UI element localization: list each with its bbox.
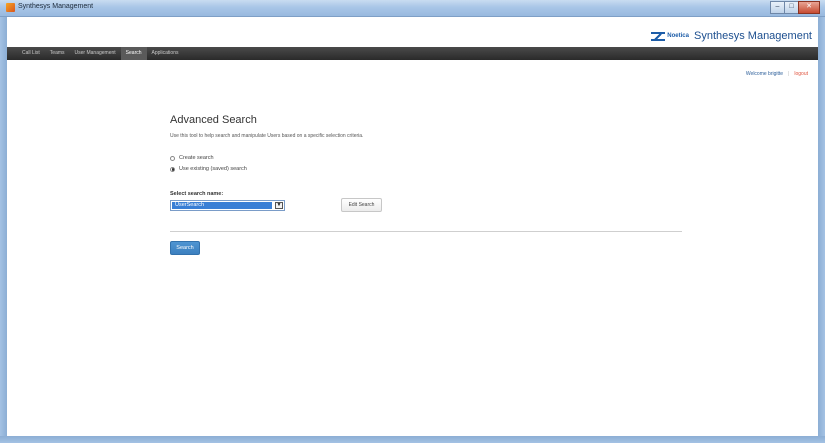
brand-logo: Noetica Synthesys Management — [651, 30, 812, 42]
nav-item-search[interactable]: Search — [120, 47, 147, 60]
nav-item-user-management[interactable]: User Management — [70, 47, 121, 60]
window-frame-bottom — [0, 436, 825, 443]
create-search-radio[interactable] — [170, 155, 175, 161]
page-description: Use this tool to help search and manipul… — [170, 133, 364, 139]
page-title: Advanced Search — [170, 114, 257, 126]
use-existing-search-option[interactable]: Use existing (saved) search — [170, 166, 247, 172]
logout-link[interactable]: logout — [794, 71, 808, 77]
edit-search-button[interactable]: Edit Search — [341, 198, 382, 212]
use-existing-search-radio[interactable] — [170, 166, 175, 172]
app-header: Noetica Synthesys Management — [7, 17, 818, 47]
nav-item-applications[interactable]: Applications — [147, 47, 184, 60]
app-client-area: Noetica Synthesys Management Call List T… — [7, 17, 818, 436]
create-search-option[interactable]: Create search — [170, 155, 214, 161]
chevron-down-icon[interactable]: ▼ — [275, 202, 283, 209]
nav-item-call-list[interactable]: Call List — [17, 47, 45, 60]
nav-item-teams[interactable]: Teams — [45, 47, 70, 60]
search-button[interactable]: Search — [170, 241, 200, 255]
brand-product: Synthesys Management — [693, 30, 812, 42]
maximize-button[interactable]: □ — [784, 1, 799, 14]
window-titlebar: Synthesys Management – □ ✕ — [0, 0, 825, 17]
advanced-search-panel: Advanced Search Use this tool to help se… — [170, 114, 690, 255]
user-bar: Welcome brigitte | logout — [746, 71, 808, 77]
create-search-label: Create search — [179, 155, 214, 161]
window-controls: – □ ✕ — [770, 1, 820, 14]
use-existing-search-label: Use existing (saved) search — [179, 166, 247, 172]
minimize-button[interactable]: – — [770, 1, 785, 14]
window-title: Synthesys Management — [18, 3, 94, 10]
section-divider — [170, 231, 682, 232]
select-search-label: Select search name: — [170, 191, 224, 197]
window-frame-left — [0, 17, 7, 443]
welcome-text[interactable]: Welcome brigitte — [746, 71, 783, 77]
search-name-selected-value: UserSearch — [172, 202, 272, 209]
search-name-select[interactable]: UserSearch ▼ — [170, 200, 285, 211]
main-nav: Call List Teams User Management Search A… — [7, 47, 818, 60]
window-frame-right — [818, 17, 825, 443]
close-button[interactable]: ✕ — [798, 1, 820, 14]
app-icon — [6, 3, 15, 12]
brand-company: Noetica — [667, 33, 689, 39]
user-bar-separator: | — [788, 71, 790, 77]
noetica-logo-icon — [651, 31, 666, 41]
